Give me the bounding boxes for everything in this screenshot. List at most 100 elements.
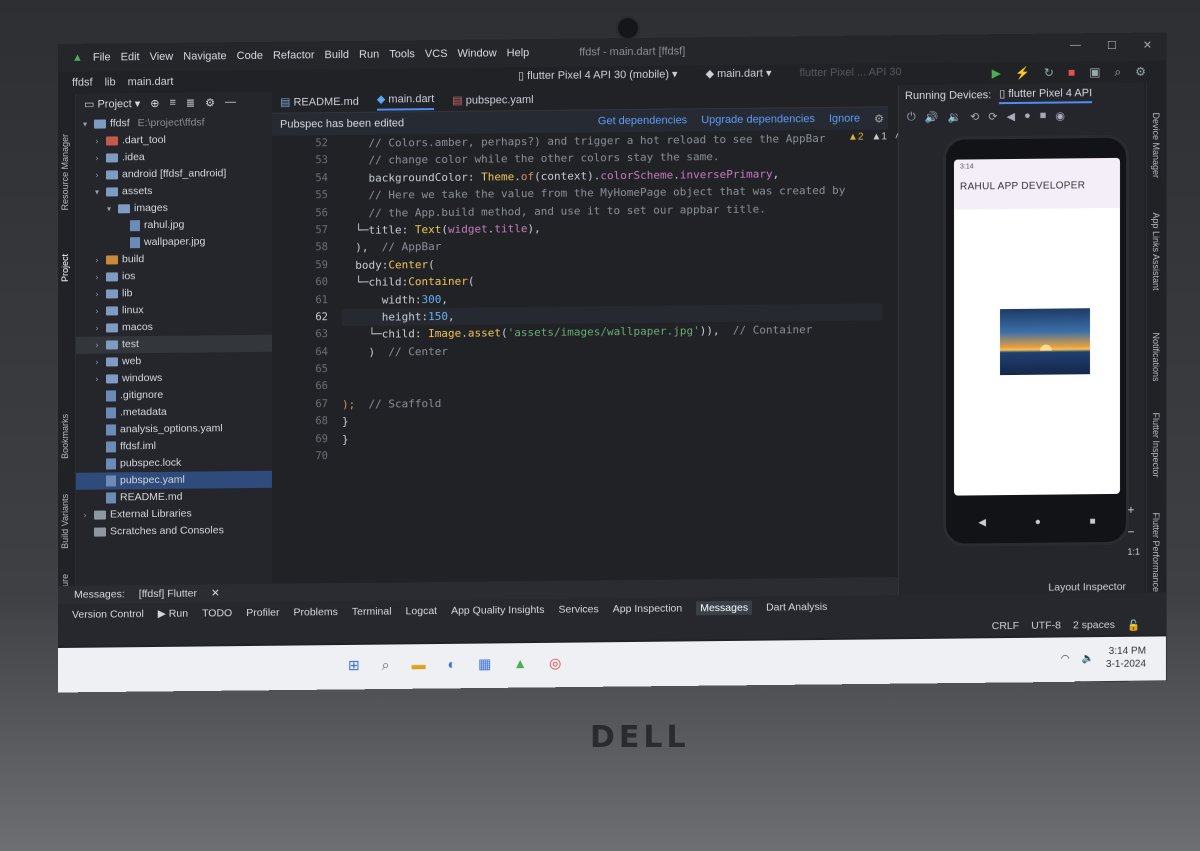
hide-icon[interactable]: — (225, 96, 236, 108)
zoom-in-icon[interactable]: + (1127, 503, 1140, 517)
chevron-right-icon[interactable]: › (92, 371, 102, 388)
tool-app-quality-insights[interactable]: App Quality Insights (451, 604, 544, 617)
chevron-right-icon[interactable]: › (80, 507, 90, 524)
tool-run[interactable]: ▶ Run (158, 608, 188, 620)
taskbar-search-icon[interactable]: ⌕ (382, 657, 390, 674)
menu-navigate[interactable]: Navigate (183, 50, 226, 62)
tree-item[interactable]: analysis_options.yaml (76, 420, 272, 439)
tree-item[interactable]: Scratches and Consoles (76, 522, 272, 541)
chevron-right-icon[interactable]: › (92, 337, 102, 354)
maximize-icon[interactable]: ☐ (1107, 39, 1117, 52)
volume-down-icon[interactable]: 🔉 (947, 110, 961, 123)
tree-item[interactable]: › .dart_tool (76, 131, 272, 150)
tree-item[interactable]: README.md (76, 488, 272, 507)
breadcrumb-file[interactable]: main.dart (128, 76, 174, 88)
search-icon[interactable]: ⌕ (1115, 65, 1122, 80)
menu-vcs[interactable]: VCS (425, 48, 448, 60)
menu-code[interactable]: Code (237, 50, 263, 62)
tree-item[interactable]: ffdsf.iml (76, 437, 272, 456)
tool-todo[interactable]: TODO (202, 607, 232, 619)
indent-setting[interactable]: 2 spaces (1073, 619, 1115, 631)
tree-item[interactable]: › windows (76, 369, 272, 388)
tree-item[interactable]: › android [ffdsf_android] (76, 165, 272, 184)
volume-up-icon[interactable]: 🔊 (925, 110, 939, 123)
tool-messages[interactable]: Messages (696, 600, 753, 616)
device-manager-icon[interactable]: ▣ (1089, 65, 1100, 80)
bookmarks-tab[interactable]: Bookmarks (60, 414, 70, 459)
code-editor[interactable]: // Colors.amber, perhaps?) and trigger a… (342, 129, 882, 575)
tool-logcat[interactable]: Logcat (406, 605, 438, 617)
run-config-selector[interactable]: ◆ main.dart ▾ (706, 67, 772, 81)
breadcrumb-lib[interactable]: lib (105, 76, 116, 88)
tool-version-control[interactable]: Version Control (72, 608, 144, 621)
chevron-down-icon[interactable]: ▾ (104, 200, 114, 217)
file-encoding[interactable]: UTF-8 (1031, 619, 1061, 631)
device-tab[interactable]: ▯ flutter Pixel 4 API (999, 85, 1093, 104)
chevron-right-icon[interactable]: › (92, 133, 102, 150)
breadcrumb-project[interactable]: ffdsf (72, 77, 93, 89)
rotate-right-icon[interactable]: ⟳ (988, 110, 997, 123)
locate-icon[interactable]: ⊕ (150, 96, 159, 109)
line-separator[interactable]: CRLF (992, 620, 1019, 632)
tree-item[interactable]: › .idea (76, 148, 272, 167)
chevron-down-icon[interactable]: ▾ (92, 184, 102, 201)
menu-tools[interactable]: Tools (389, 48, 415, 60)
tool-dart-analysis[interactable]: Dart Analysis (766, 601, 827, 614)
menu-help[interactable]: Help (507, 47, 530, 59)
chevron-right-icon[interactable]: › (92, 269, 102, 286)
menu-view[interactable]: View (150, 51, 174, 63)
upgrade-dependencies-link[interactable]: Upgrade dependencies (701, 113, 815, 127)
tool-terminal[interactable]: Terminal (352, 606, 392, 618)
build-variants-tab[interactable]: Build Variants (60, 494, 70, 549)
menu-run[interactable]: Run (359, 49, 379, 61)
collapse-all-icon[interactable]: ≣ (186, 96, 195, 109)
power-icon[interactable]: ⏻ (907, 111, 916, 124)
screenshot-icon[interactable]: ◉ (1055, 109, 1065, 122)
clock[interactable]: 3:14 PM 3-1-2024 (1106, 645, 1146, 671)
tree-item[interactable]: wallpaper.jpg (76, 233, 272, 252)
menu-build[interactable]: Build (325, 49, 349, 61)
home-icon[interactable]: ● (1024, 110, 1031, 122)
tab-readme[interactable]: ▤ README.md (280, 95, 359, 109)
tree-item[interactable]: .gitignore (76, 386, 272, 405)
chevron-right-icon[interactable]: › (92, 320, 102, 337)
minimize-icon[interactable]: — (1070, 39, 1081, 52)
tab-pubspec[interactable]: ▤ pubspec.yaml (452, 93, 533, 107)
hot-restart-icon[interactable]: ↻ (1044, 66, 1054, 81)
lock-icon[interactable]: 🔓 (1127, 618, 1140, 631)
chevron-right-icon[interactable]: › (92, 150, 102, 167)
tab-main-dart[interactable]: ◆ main.dart (376, 91, 435, 111)
gear-icon[interactable]: ⚙ (205, 96, 215, 109)
tree-item[interactable]: › linux (76, 301, 272, 320)
layout-inspector-button[interactable]: Layout Inspector (1048, 581, 1126, 594)
banner-gear-icon[interactable]: ⚙ (874, 112, 884, 125)
messages-close-icon[interactable]: ✕ (211, 587, 220, 599)
tool-app-inspection[interactable]: App Inspection (613, 602, 682, 615)
project-view-selector[interactable]: ▭ Project ▾ (84, 97, 140, 111)
menu-file[interactable]: File (93, 51, 111, 63)
tree-item[interactable]: › External Libraries (76, 505, 272, 524)
zoom-actual-size[interactable]: 1:1 (1127, 547, 1140, 557)
expand-all-icon[interactable]: ≡ (170, 97, 176, 109)
project-tab[interactable]: Project (60, 254, 70, 282)
chevron-right-icon[interactable]: › (92, 303, 102, 320)
volume-icon[interactable]: 🔈 (1082, 653, 1094, 664)
chevron-right-icon[interactable]: › (92, 252, 102, 269)
tool-profiler[interactable]: Profiler (246, 607, 279, 619)
zoom-out-icon[interactable]: − (1127, 525, 1140, 539)
chrome-icon[interactable]: ◎ (549, 655, 561, 672)
tree-item[interactable]: › test (76, 334, 272, 354)
chevron-right-icon[interactable]: › (92, 354, 102, 371)
tree-item[interactable]: ▾ ffdsf E:\project\ffdsf (76, 114, 272, 133)
tree-item[interactable]: pubspec.lock (76, 454, 272, 473)
tree-item[interactable]: › macos (76, 318, 272, 337)
wifi-icon[interactable]: ◠ (1061, 653, 1070, 664)
file-explorer-icon[interactable]: ▬ (412, 656, 426, 673)
menu-edit[interactable]: Edit (121, 51, 140, 63)
messages-tab[interactable]: [ffdsf] Flutter (139, 588, 197, 601)
device-selector[interactable]: ▯ flutter Pixel 4 API 30 (mobile) ▾ (518, 68, 678, 83)
tool-problems[interactable]: Problems (293, 606, 337, 618)
overview-icon[interactable]: ■ (1040, 110, 1047, 122)
tool-services[interactable]: Services (558, 603, 598, 615)
chevron-right-icon[interactable]: › (92, 167, 102, 184)
